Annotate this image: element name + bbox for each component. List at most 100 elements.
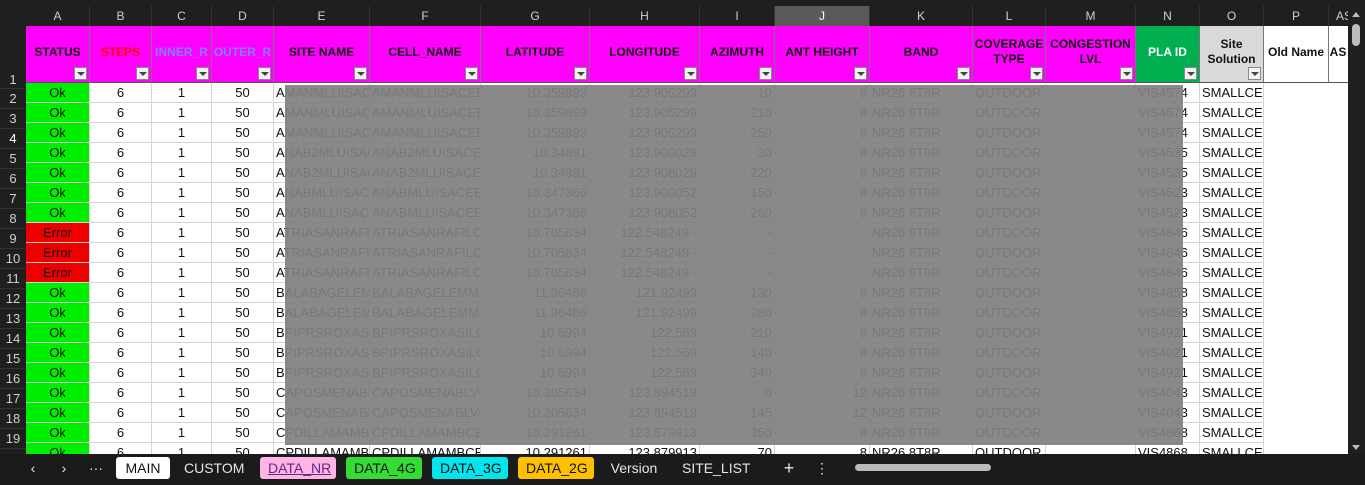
filter-dropdown-icon[interactable] [684,67,697,80]
horizontal-scrollbar[interactable] [843,463,1343,473]
column-letter-E[interactable]: E [274,6,370,26]
cell-D12[interactable]: 50 [212,283,274,303]
filter-dropdown-icon[interactable] [196,67,209,80]
cell-D6[interactable]: 50 [212,163,274,183]
row-number-1[interactable]: 1 [0,32,26,89]
cell-O19[interactable]: SMALLCELL-EASYMACRO [1200,423,1264,443]
cell-C16[interactable]: 1 [152,363,212,383]
cell-C18[interactable]: 1 [152,403,212,423]
tab-site-list[interactable]: SITE_LIST [674,457,758,479]
row-number-11[interactable]: 11 [0,269,26,289]
row-number-3[interactable]: 3 [0,109,26,129]
cell-O2[interactable]: SMALLCELL-EASYMACRO [1200,83,1264,103]
cell-C13[interactable]: 1 [152,303,212,323]
cell-B17[interactable]: 6 [90,383,152,403]
cell-A3[interactable]: Ok [26,103,90,123]
next-sheet-icon[interactable]: › [53,457,75,479]
cell-A16[interactable]: Ok [26,363,90,383]
cell-A15[interactable]: Ok [26,343,90,363]
cell-B6[interactable]: 6 [90,163,152,183]
cell-A12[interactable]: Ok [26,283,90,303]
cell-O16[interactable]: SMALLCELL-EASYMACRO [1200,363,1264,383]
filter-dropdown-icon[interactable] [1030,67,1043,80]
cell-C9[interactable]: 1 [152,223,212,243]
cell-C12[interactable]: 1 [152,283,212,303]
cell-O12[interactable]: SMALLCELL-EASYMACRO [1200,283,1264,303]
cell-C14[interactable]: 1 [152,323,212,343]
column-letter-F[interactable]: F [370,6,481,26]
column-letter-K[interactable]: K [870,6,973,26]
cell-D14[interactable]: 50 [212,323,274,343]
cell-A6[interactable]: Ok [26,163,90,183]
row-number-13[interactable]: 13 [0,309,26,329]
cell-O11[interactable]: SMALLCELL-EASYMACRO [1200,263,1264,283]
cell-B18[interactable]: 6 [90,403,152,423]
cell-O20[interactable]: SMALLCELL-EASYMACRO [1200,443,1264,454]
cell-D13[interactable]: 50 [212,303,274,323]
cell-O15[interactable]: SMALLCELL-EASYMACRO [1200,343,1264,363]
filter-dropdown-icon[interactable] [759,67,772,80]
cell-D15[interactable]: 50 [212,343,274,363]
cell-O8[interactable]: SMALLCELL-EASYMACRO [1200,203,1264,223]
cell-C8[interactable]: 1 [152,203,212,223]
row-number-14[interactable]: 14 [0,329,26,349]
cell-O7[interactable]: SMALLCELL-EASYMACRO [1200,183,1264,203]
row-number-19[interactable]: 19 [0,429,26,449]
cell-C17[interactable]: 1 [152,383,212,403]
row-number-4[interactable]: 4 [0,129,26,149]
cell-C5[interactable]: 1 [152,143,212,163]
column-letter-C[interactable]: C [152,6,212,26]
cell-C15[interactable]: 1 [152,343,212,363]
cell-A18[interactable]: Ok [26,403,90,423]
cell-B7[interactable]: 6 [90,183,152,203]
prev-sheet-icon[interactable]: ‹ [22,457,44,479]
cell-D5[interactable]: 50 [212,143,274,163]
column-letter-N[interactable]: N [1136,6,1200,26]
column-letter-J[interactable]: J [775,6,870,26]
row-number-17[interactable]: 17 [0,389,26,409]
cell-B12[interactable]: 6 [90,283,152,303]
cell-A2[interactable]: Ok [26,83,90,103]
row-number-6[interactable]: 6 [0,169,26,189]
column-letter-H[interactable]: H [590,6,700,26]
row-number-18[interactable]: 18 [0,409,26,429]
cell-B20[interactable]: 6 [90,443,152,454]
cell-B16[interactable]: 6 [90,363,152,383]
column-letter-M[interactable]: M [1046,6,1136,26]
row-number-5[interactable]: 5 [0,149,26,169]
horizontal-scrollbar-thumb[interactable] [855,464,991,471]
column-letter-O[interactable]: O [1200,6,1264,26]
row-number-16[interactable]: 16 [0,369,26,389]
filter-dropdown-icon[interactable] [854,67,867,80]
cell-D3[interactable]: 50 [212,103,274,123]
row-number-12[interactable]: 12 [0,289,26,309]
filter-dropdown-icon[interactable] [354,67,367,80]
cell-B19[interactable]: 6 [90,423,152,443]
cell-O5[interactable]: SMALLCELL-EASYMACRO [1200,143,1264,163]
cell-A7[interactable]: Ok [26,183,90,203]
cell-C19[interactable]: 1 [152,423,212,443]
cell-O9[interactable]: SMALLCELL-EASYMACRO [1200,223,1264,243]
cell-A4[interactable]: Ok [26,123,90,143]
cell-B10[interactable]: 6 [90,243,152,263]
cell-D20[interactable]: 50 [212,443,274,454]
sheet-menu-icon[interactable]: ⋮ [812,457,832,479]
filter-dropdown-icon[interactable] [465,67,478,80]
tab-data-2g[interactable]: DATA_2G [518,457,594,479]
cell-C4[interactable]: 1 [152,123,212,143]
cell-C2[interactable]: 1 [152,83,212,103]
cell-B11[interactable]: 6 [90,263,152,283]
cell-D8[interactable]: 50 [212,203,274,223]
row-number-7[interactable]: 7 [0,189,26,209]
cell-O14[interactable]: SMALLCELL-EASYMACRO [1200,323,1264,343]
cell-D19[interactable]: 50 [212,423,274,443]
column-letter-B[interactable]: B [90,6,152,26]
cell-A19[interactable]: Ok [26,423,90,443]
cell-C11[interactable]: 1 [152,263,212,283]
tab-data-nr[interactable]: DATA_NR [260,457,336,479]
cell-A20[interactable]: Ok [26,443,90,454]
cell-B14[interactable]: 6 [90,323,152,343]
tab-main[interactable]: MAIN [116,457,170,479]
filter-dropdown-icon[interactable] [1248,67,1261,80]
cell-B4[interactable]: 6 [90,123,152,143]
